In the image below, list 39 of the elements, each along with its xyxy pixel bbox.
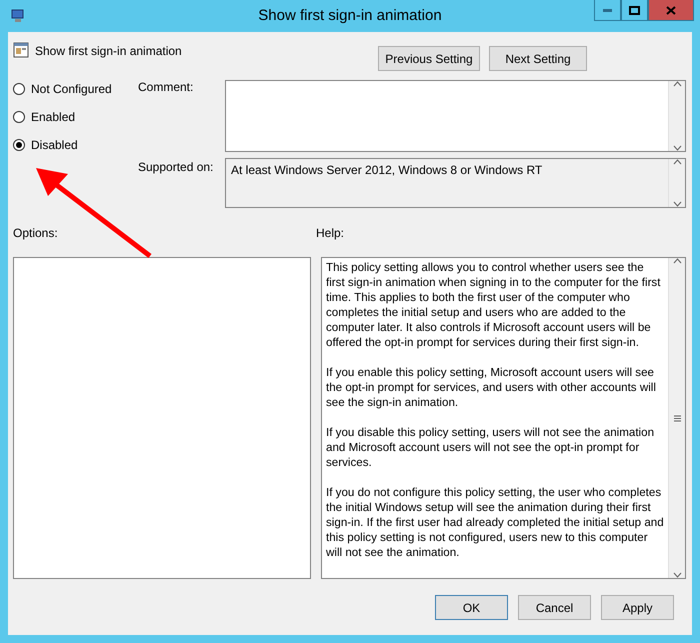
scroll-down-icon[interactable] bbox=[672, 145, 682, 151]
radio-button[interactable] bbox=[13, 83, 25, 95]
radio-button[interactable] bbox=[13, 139, 25, 151]
radio-button[interactable] bbox=[13, 111, 25, 123]
help-paragraph: If you enable this policy setting, Microsoft account users will see the opt-in prompt for services, and users with other accounts will see the sign-in animation. bbox=[326, 365, 657, 410]
maximize-icon bbox=[629, 6, 640, 14]
policy-icon bbox=[13, 42, 29, 58]
comment-field[interactable] bbox=[225, 80, 686, 152]
help-paragraph: This policy setting allows you to control whether users see the first sign-in animation when signing in to the computer for the first time. This applies to both the first user of the computer who completes the initial setup and users who are added to the computer later. It also controls if Microsoft account users will be offered the opt-in prompt for services during their first sign-in. bbox=[326, 260, 662, 350]
scroll-up-icon[interactable] bbox=[672, 258, 682, 264]
previous-setting-button[interactable]: Previous Setting bbox=[378, 46, 480, 71]
help-paragraph: If you disable this policy setting, users will not see the animation and Microsoft account users will not see the opt-in prompt for services. bbox=[326, 425, 656, 470]
minimize-icon bbox=[603, 8, 612, 12]
options-label: Options: bbox=[13, 226, 59, 242]
scrollbar[interactable] bbox=[668, 81, 685, 151]
scroll-thumb-icon[interactable] bbox=[674, 414, 680, 422]
supported-on-label: Supported on: bbox=[138, 159, 214, 176]
comment-label: Comment: bbox=[138, 80, 194, 96]
close-button[interactable] bbox=[648, 0, 694, 21]
policy-name: Show first sign-in animation bbox=[35, 44, 182, 58]
scroll-up-icon[interactable] bbox=[672, 159, 682, 165]
window-title: Show first sign-in animation bbox=[257, 7, 443, 24]
ok-button[interactable]: OK bbox=[435, 595, 508, 620]
scroll-up-icon[interactable] bbox=[672, 81, 682, 87]
supported-on-value: At least Windows Server 2012, Windows 8 or Windows RT bbox=[230, 162, 544, 179]
computer-icon bbox=[10, 8, 26, 24]
apply-button[interactable]: Apply bbox=[601, 595, 674, 620]
maximize-button[interactable] bbox=[621, 0, 648, 21]
radio-label: Disabled bbox=[31, 138, 78, 152]
scroll-down-icon[interactable] bbox=[672, 572, 682, 578]
close-icon bbox=[666, 6, 676, 14]
cancel-button[interactable]: Cancel bbox=[518, 595, 591, 620]
next-setting-button[interactable]: Next Setting bbox=[489, 46, 587, 71]
scroll-down-icon[interactable] bbox=[672, 201, 682, 207]
radio-label: Not Configured bbox=[31, 82, 112, 96]
radio-label: Enabled bbox=[31, 110, 76, 124]
help-label: Help: bbox=[316, 226, 344, 242]
scrollbar[interactable] bbox=[668, 258, 685, 578]
help-paragraph: If you do not configure this policy setting, the user who completes the initial Windows setup will see the animation during their first sign-in. If the first user had already completed the initial setup and this policy setting is not configured, users new to this computer will not see the animation. bbox=[326, 485, 664, 560]
